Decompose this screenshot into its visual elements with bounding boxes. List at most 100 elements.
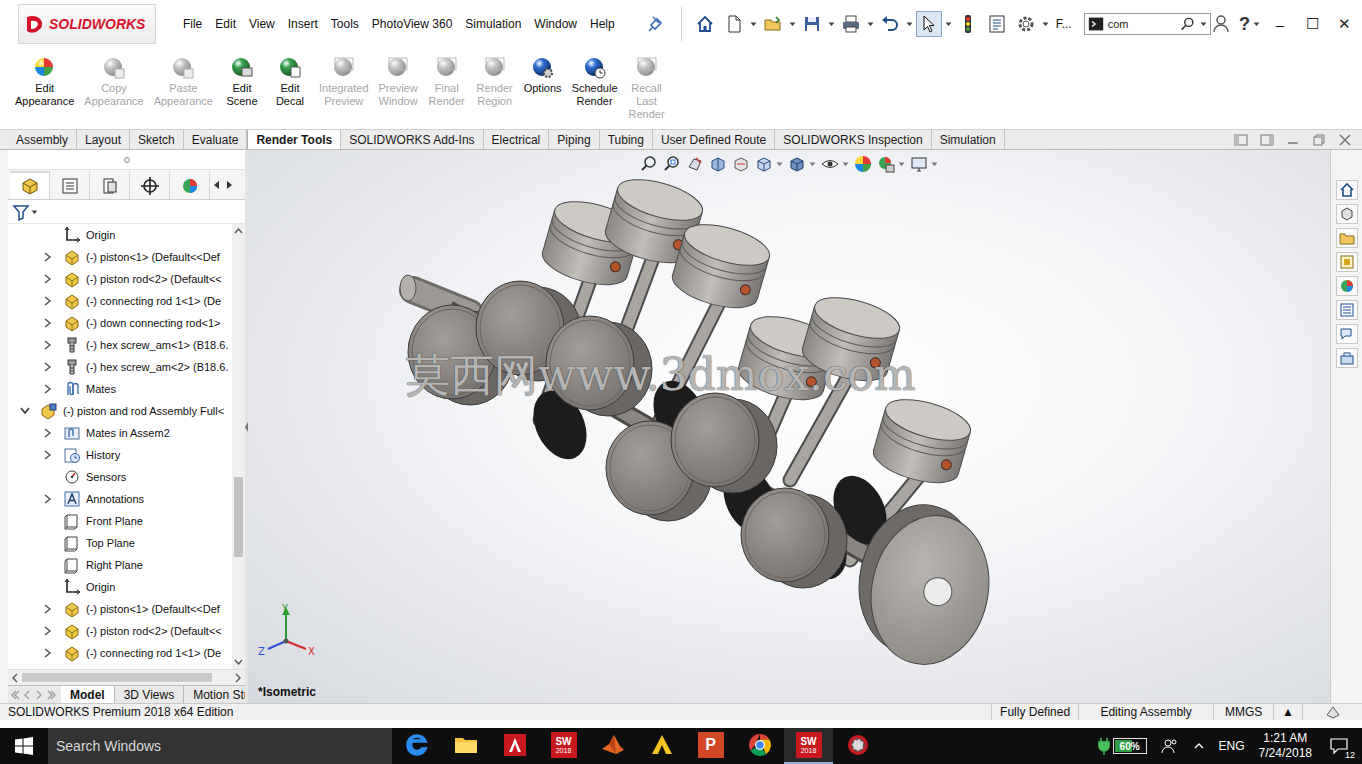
options-icon[interactable] [1016, 14, 1036, 34]
dropdown-caret-icon[interactable] [906, 16, 913, 32]
apply-scene-icon[interactable] [877, 155, 895, 173]
view-orientation-icon[interactable] [755, 155, 773, 173]
expand-arrow-icon[interactable] [44, 494, 52, 504]
ribbon-button[interactable]: EditAppearance [10, 56, 79, 108]
taskbar-app[interactable]: SW2018 [784, 728, 833, 764]
select-icon[interactable] [919, 14, 939, 34]
task-pane-button[interactable] [1336, 348, 1358, 368]
taskbar-app[interactable] [490, 728, 539, 764]
expand-arrow-icon[interactable] [44, 384, 52, 394]
section-view-icon[interactable] [709, 155, 727, 173]
command-icon[interactable] [1088, 16, 1104, 32]
window-control-button[interactable]: – [1268, 16, 1292, 33]
ribbon-button[interactable]: PreviewWindow [374, 56, 423, 108]
ribbon-button[interactable]: RenderRegion [471, 56, 519, 108]
toolbar-button[interactable] [916, 11, 942, 37]
tile-right-icon[interactable] [1260, 133, 1274, 147]
task-pane-button[interactable] [1336, 276, 1358, 296]
tab-nav-icon[interactable] [46, 689, 57, 701]
menu-item[interactable]: Edit [215, 15, 236, 33]
taskbar-app[interactable] [392, 728, 441, 764]
model-tab[interactable]: Model [61, 686, 115, 703]
new-document-icon[interactable] [724, 14, 744, 34]
taskbar-app[interactable]: P [686, 728, 735, 764]
expand-arrow-icon[interactable] [44, 626, 52, 636]
help-menu[interactable]: ? [1239, 14, 1260, 35]
scroll-right-icon[interactable] [231, 671, 245, 685]
zoom-to-area-icon[interactable] [663, 155, 681, 173]
task-pane-button[interactable] [1336, 324, 1358, 344]
tree-toggle[interactable] [18, 404, 32, 418]
graphics-area[interactable]: 莫西网www.3dmox.comYZX*Isometric [248, 150, 1330, 703]
dropdown-caret-icon[interactable] [828, 16, 835, 32]
app-logo[interactable]: SOLIDWORKS [18, 4, 156, 44]
search-value[interactable]: com [1108, 18, 1176, 30]
solidworks-icon[interactable]: SW2018 [796, 732, 822, 758]
tree-row[interactable]: History [8, 444, 232, 466]
edit-appearance-icon[interactable] [854, 155, 872, 173]
dropdown-caret-icon[interactable] [898, 156, 905, 172]
tree-row[interactable]: (-) connecting rod 1<1> (De [8, 642, 232, 664]
tree-row[interactable]: Sensors [8, 466, 232, 488]
status-units[interactable]: MMGS [1213, 704, 1273, 720]
home-icon[interactable] [695, 14, 715, 34]
task-pane-button[interactable] [1336, 300, 1358, 320]
tree-toggle[interactable] [41, 360, 55, 374]
expand-arrow-icon[interactable] [44, 450, 52, 460]
scroll-up-icon[interactable] [232, 224, 245, 238]
menu-item[interactable]: View [249, 15, 275, 33]
taskbar-app[interactable] [588, 728, 637, 764]
dropdown-caret-icon[interactable] [867, 16, 874, 32]
print-icon[interactable] [841, 14, 861, 34]
user-icon[interactable] [1211, 14, 1231, 34]
tree-toggle[interactable] [41, 338, 55, 352]
scroll-down-icon[interactable] [232, 655, 245, 669]
folder-icon[interactable] [453, 732, 479, 758]
scroll-right-icon[interactable] [224, 179, 234, 191]
toolbar-button[interactable] [838, 11, 864, 37]
ribbon-button[interactable]: RecallLastRender [623, 56, 671, 121]
tree-toggle[interactable] [41, 382, 55, 396]
dropdown-caret-icon[interactable] [945, 16, 952, 32]
tab-nav-icon[interactable] [34, 689, 45, 701]
filter-row[interactable] [8, 200, 245, 224]
tree-row[interactable]: Mates in Assem2 [8, 422, 232, 444]
tree-toggle[interactable] [41, 272, 55, 286]
window-control-button[interactable]: ☐ [1300, 15, 1324, 33]
taskbar-app[interactable] [637, 728, 686, 764]
tree-row[interactable]: (-) piston rod<2> (Default<< [8, 268, 232, 290]
tree-row[interactable]: (-) piston<1> (Default<<Def [8, 246, 232, 268]
menu-item[interactable]: File [183, 15, 202, 33]
toolbox-icon[interactable] [1339, 350, 1355, 366]
tree-row[interactable]: Top Plane [8, 532, 232, 554]
tree-toggle[interactable] [41, 448, 55, 462]
expand-arrow-icon[interactable] [44, 648, 52, 658]
horizontal-scrollbar[interactable] [8, 669, 245, 685]
units-menu-button[interactable]: ▲ [1273, 704, 1302, 720]
tree-toggle[interactable] [41, 250, 55, 264]
expand-arrow-icon[interactable] [44, 252, 52, 262]
tree-row[interactable]: Right Plane [8, 554, 232, 576]
archicad-icon[interactable] [649, 732, 675, 758]
restore-icon[interactable] [1312, 133, 1326, 147]
toolbar-button[interactable] [721, 11, 747, 37]
tree-row[interactable]: (-) piston<1> (Default<<Def [8, 598, 232, 620]
command-tab[interactable]: SOLIDWORKS Add-Ins [341, 130, 483, 149]
help-button[interactable]: ? [1239, 14, 1250, 35]
toolbar-button[interactable] [877, 11, 903, 37]
save-icon[interactable] [802, 14, 822, 34]
command-tab[interactable]: Electrical [484, 130, 550, 149]
task-pane-button[interactable] [1336, 228, 1358, 248]
tile-left-icon[interactable] [1234, 133, 1248, 147]
dropdown-caret-icon[interactable] [776, 156, 783, 172]
toolbar-button[interactable] [692, 11, 718, 37]
solidworks-icon[interactable]: SW2018 [551, 732, 577, 758]
tree-row[interactable]: (-) hex screw_am<1> (B18.6. [8, 334, 232, 356]
model-tab[interactable]: 3D Views [115, 686, 184, 703]
panel-tab[interactable] [90, 171, 130, 199]
autocad-icon[interactable] [502, 732, 528, 758]
tree-row[interactable]: Origin [8, 224, 232, 246]
tree-toggle[interactable] [41, 602, 55, 616]
minimize-icon[interactable] [1286, 133, 1300, 147]
menu-item[interactable]: Simulation [465, 15, 521, 33]
